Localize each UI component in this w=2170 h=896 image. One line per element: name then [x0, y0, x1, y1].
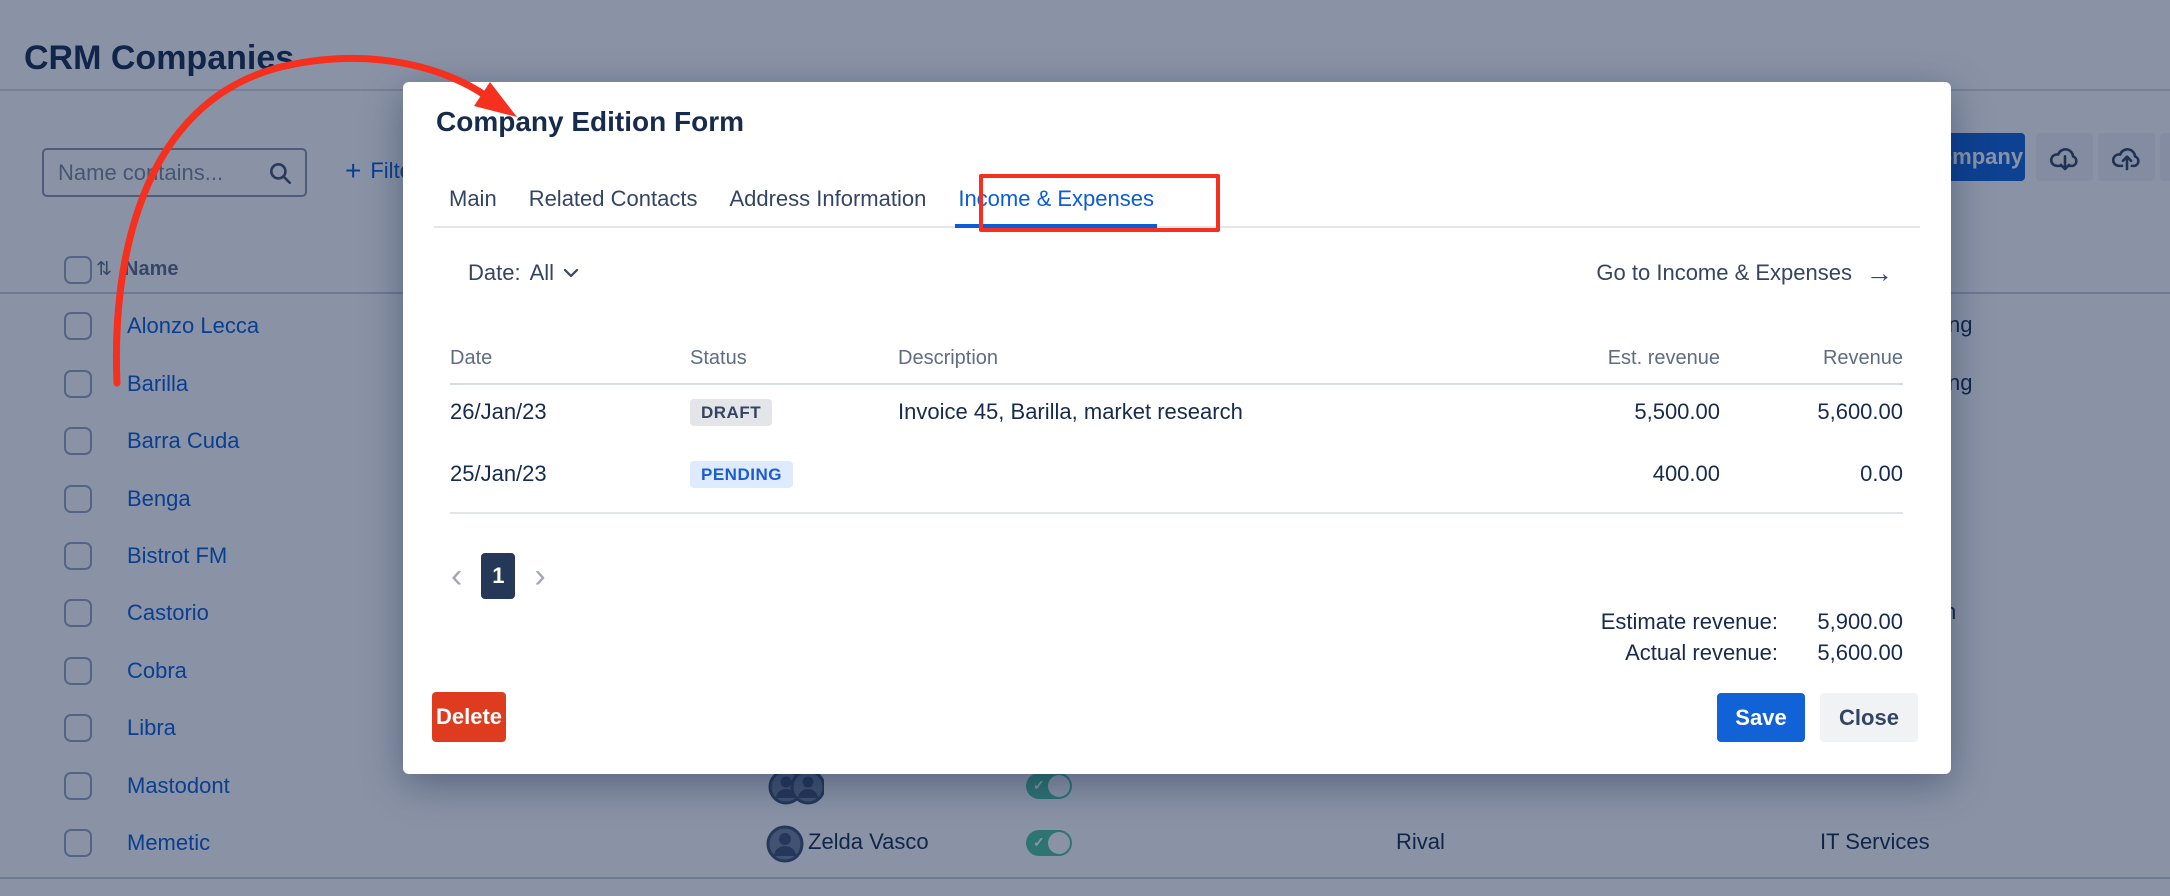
estimate-revenue-label: Estimate revenue:: [1601, 609, 1778, 635]
modal-table-bottom-divider: [450, 512, 1903, 514]
go-to-income-expenses-link[interactable]: Go to Income & Expenses →: [1596, 260, 1893, 286]
col-header-status: Status: [690, 347, 898, 370]
tab-address-information[interactable]: Address Information: [726, 178, 929, 228]
chevron-down-icon: [563, 268, 579, 278]
estimate-revenue-value: 5,900.00: [1778, 609, 1903, 635]
col-header-date: Date: [450, 347, 690, 370]
save-button[interactable]: Save: [1717, 693, 1805, 742]
actual-revenue-label: Actual revenue:: [1625, 640, 1778, 666]
tab-main[interactable]: Main: [446, 178, 500, 228]
delete-button[interactable]: Delete: [432, 692, 506, 742]
col-header-revenue: Revenue: [1720, 347, 1903, 370]
status-badge-pending: PENDING: [690, 461, 793, 488]
company-edition-form-modal: Company Edition Form Main Related Contac…: [403, 82, 1951, 774]
date-filter-label: Date:: [468, 260, 521, 286]
modal-title: Company Edition Form: [436, 106, 744, 138]
status-badge-draft: DRAFT: [690, 399, 772, 426]
pagination-next-icon[interactable]: ›: [530, 559, 549, 593]
invoice-date: 25/Jan/23: [450, 461, 690, 487]
actual-revenue-value: 5,600.00: [1778, 640, 1903, 666]
invoice-est-revenue: 400.00: [1550, 461, 1720, 487]
close-button[interactable]: Close: [1820, 693, 1918, 742]
tab-income-expenses[interactable]: Income & Expenses: [955, 178, 1157, 228]
pagination: ‹ 1 ›: [447, 553, 550, 599]
invoice-revenue: 0.00: [1720, 461, 1903, 487]
tab-related-contacts[interactable]: Related Contacts: [526, 178, 701, 228]
invoice-row[interactable]: 25/Jan/23 PENDING 400.00 0.00: [450, 443, 1903, 505]
pagination-prev-icon[interactable]: ‹: [447, 559, 466, 593]
crm-companies-page: CRM Companies + Filter Add Company ⇅ Nam…: [0, 0, 2170, 896]
col-header-description: Description: [898, 347, 1550, 370]
invoice-est-revenue: 5,500.00: [1550, 399, 1720, 425]
date-filter-dropdown[interactable]: Date: All: [468, 260, 579, 286]
pagination-page-1[interactable]: 1: [481, 553, 515, 599]
invoice-date: 26/Jan/23: [450, 399, 690, 425]
invoice-revenue: 5,600.00: [1720, 399, 1903, 425]
date-filter-value: All: [530, 260, 554, 286]
arrow-right-icon: →: [1866, 262, 1893, 284]
modal-table-header: Date Status Description Est. revenue Rev…: [450, 347, 1903, 370]
invoice-row[interactable]: 26/Jan/23 DRAFT Invoice 45, Barilla, mar…: [450, 381, 1903, 443]
modal-tabs: Main Related Contacts Address Informatio…: [434, 178, 1920, 228]
invoice-description: Invoice 45, Barilla, market research: [898, 399, 1550, 425]
col-header-est-revenue: Est. revenue: [1550, 347, 1720, 370]
revenue-totals: Estimate revenue: 5,900.00 Actual revenu…: [1601, 606, 1903, 668]
